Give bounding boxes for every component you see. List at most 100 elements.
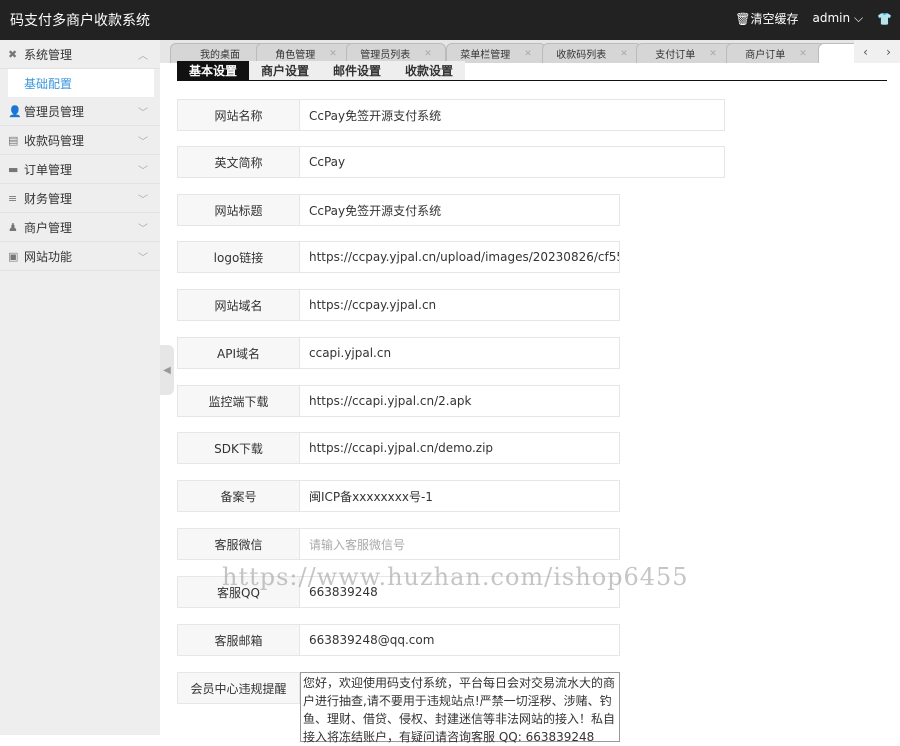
- user-menu[interactable]: admin ⌵: [813, 11, 864, 26]
- merchant-icon: ♟: [8, 220, 18, 234]
- wrench-icon: ✖: [8, 47, 18, 61]
- field-label: API域名: [177, 337, 300, 369]
- field-label: 网站标题: [177, 194, 300, 226]
- tab-admin-list[interactable]: 管理员列表 ✕: [346, 43, 446, 63]
- field-input[interactable]: 请输入客服微信号: [300, 528, 620, 560]
- trash-icon: 🗑: [735, 12, 751, 26]
- form-row: 备案号 闽ICP备xxxxxxxx号-1: [177, 480, 620, 512]
- sidebar-item-finance[interactable]: ≡ 财务管理 ﹀: [0, 184, 160, 213]
- close-icon[interactable]: ✕: [329, 49, 337, 59]
- field-input[interactable]: 闽ICP备xxxxxxxx号-1: [300, 480, 620, 512]
- tab-roles[interactable]: 角色管理 ✕: [256, 43, 356, 63]
- sidebar-item-admin[interactable]: 👤 管理员管理 ﹀: [0, 97, 160, 126]
- tab-menu-manage[interactable]: 菜单栏管理 ✕: [446, 43, 546, 63]
- chevron-down-icon: ﹀: [138, 107, 148, 119]
- form-row: logo链接 https://ccpay.yjpal.cn/upload/imag…: [177, 241, 620, 273]
- form-row: 监控端下载 https://ccapi.yjpal.cn/2.apk: [177, 385, 620, 417]
- form-row: 客服邮箱 663839248@qq.com: [177, 624, 620, 656]
- field-label: 监控端下载: [177, 385, 300, 417]
- top-header: 码支付多商户收款系统 🗑清空缓存 admin ⌵ 👕: [0, 0, 900, 40]
- sidebar-item-qrcode[interactable]: ▤ 收款码管理 ﹀: [0, 126, 160, 155]
- tab-label: 角色管理: [275, 50, 316, 61]
- subtab-basic[interactable]: 基本设置: [177, 61, 250, 80]
- card-icon: ▬: [8, 162, 19, 176]
- close-icon[interactable]: ✕: [709, 49, 717, 59]
- sidebar-item-site[interactable]: ▣ 网站功能 ﹀: [0, 242, 160, 271]
- sidebar-item-orders[interactable]: ▬ 订单管理 ﹀: [0, 155, 160, 184]
- field-label: 网站域名: [177, 289, 300, 321]
- tab-label: 我的桌面: [200, 50, 240, 61]
- chevron-down-icon: ⌵: [853, 11, 864, 25]
- username: admin: [812, 11, 851, 25]
- tab-label: 收款码列表: [556, 50, 607, 61]
- field-input[interactable]: https://ccapi.yjpal.cn/demo.zip: [300, 432, 620, 464]
- user-icon: 👤: [8, 104, 22, 118]
- tab-desktop[interactable]: 我的桌面: [170, 43, 270, 63]
- field-label: 客服邮箱: [177, 624, 300, 656]
- field-input[interactable]: https://ccpay.yjpal.cn: [300, 289, 620, 321]
- chevron-down-icon: ﹀: [138, 223, 148, 235]
- clear-cache-button[interactable]: 🗑清空缓存: [735, 10, 798, 27]
- subtab-payment[interactable]: 收款设置: [393, 61, 466, 80]
- sidebar-label: 管理员管理: [24, 104, 85, 119]
- sidebar-label: 网站功能: [24, 249, 73, 264]
- page-tabs: 我的桌面 角色管理 ✕ 管理员列表 ✕ 菜单栏管理 ✕ 收款码列表 ✕ 支付订单 ✕ 商户…: [160, 40, 900, 63]
- tab-label: 管理员列表: [360, 50, 411, 61]
- database-icon: ≡: [8, 191, 18, 205]
- form-row: 客服微信 请输入客服微信号: [177, 528, 620, 560]
- form-row: SDK下载 https://ccapi.yjpal.cn/demo.zip: [177, 432, 620, 464]
- close-icon[interactable]: ✕: [424, 49, 432, 59]
- field-input[interactable]: https://ccapi.yjpal.cn/2.apk: [300, 385, 620, 417]
- subtab-merchant[interactable]: 商户设置: [249, 61, 322, 80]
- sidebar-subitem-basic-config[interactable]: 基础配置: [8, 69, 154, 97]
- sidebar-label: 订单管理: [24, 162, 73, 177]
- subtab-mail[interactable]: 邮件设置: [321, 61, 394, 80]
- violation-notice-textarea[interactable]: 您好，欢迎使用码支付系统，平台每日会对交易流水大的商户进行抽查,请不要用于违规站…: [300, 672, 620, 744]
- chevron-down-icon: ﹀: [138, 194, 148, 206]
- tab-label: 菜单栏管理: [460, 50, 511, 61]
- sidebar-item-system[interactable]: ✖ 系统管理 ︿: [0, 40, 160, 69]
- chevron-right-icon[interactable]: ›: [886, 45, 891, 59]
- tab-pay-orders[interactable]: 支付订单 ✕: [636, 43, 736, 63]
- field-input[interactable]: CcPay免签开源支付系统: [300, 99, 725, 131]
- form-row: 网站名称 CcPay免签开源支付系统: [177, 99, 725, 131]
- field-input[interactable]: https://ccpay.yjpal.cn/upload/images/202…: [300, 241, 620, 273]
- field-input[interactable]: CcPay免签开源支付系统: [300, 194, 620, 226]
- tab-scroll-nav: ‹ ›: [854, 40, 900, 63]
- field-input[interactable]: ccapi.yjpal.cn: [300, 337, 620, 369]
- sidebar-label: 商户管理: [24, 220, 73, 235]
- chevron-left-icon[interactable]: ‹: [863, 45, 868, 59]
- close-icon[interactable]: ✕: [620, 49, 628, 59]
- field-label: logo链接: [177, 241, 300, 273]
- chevron-down-icon: ﹀: [138, 252, 148, 264]
- settings-tabs: 基本设置 商户设置 邮件设置 收款设置: [177, 61, 887, 81]
- form-row: 客服QQ 663839248: [177, 576, 620, 608]
- field-label: 客服微信: [177, 528, 300, 560]
- sidebar: ✖ 系统管理 ︿ 基础配置 👤 管理员管理 ﹀ ▤ 收款码管理 ﹀ ▬ 订单管理 ﹀ ≡ 财务管理…: [0, 40, 160, 735]
- field-label: 备案号: [177, 480, 300, 512]
- sidebar-collapse-toggle[interactable]: ◀: [160, 345, 174, 395]
- clear-cache-label: 清空缓存: [750, 12, 799, 26]
- chevron-up-icon: ︿: [138, 50, 148, 62]
- field-label: 客服QQ: [177, 576, 300, 608]
- field-label: 网站名称: [177, 99, 300, 131]
- theme-shirt-icon[interactable]: 👕: [877, 12, 892, 26]
- form-row: 网站域名 https://ccpay.yjpal.cn: [177, 289, 620, 321]
- field-input[interactable]: 663839248@qq.com: [300, 624, 620, 656]
- form-row: 网站标题 CcPay免签开源支付系统: [177, 194, 620, 226]
- chevron-down-icon: ﹀: [138, 136, 148, 148]
- form-row: API域名 ccapi.yjpal.cn: [177, 337, 620, 369]
- tab-qrcode-list[interactable]: 收款码列表 ✕: [542, 43, 642, 63]
- window-icon: ▣: [8, 249, 19, 263]
- close-icon[interactable]: ✕: [524, 49, 532, 59]
- field-label: 会员中心违规提醒: [177, 672, 300, 704]
- sidebar-item-merchant[interactable]: ♟ 商户管理 ﹀: [0, 213, 160, 242]
- field-label: 英文简称: [177, 146, 300, 178]
- sidebar-label: 收款码管理: [24, 133, 85, 148]
- field-input[interactable]: 663839248: [300, 576, 620, 608]
- tab-merchant-orders[interactable]: 商户订单 ✕: [726, 43, 826, 63]
- close-icon[interactable]: ✕: [799, 49, 807, 59]
- sidebar-label: 系统管理: [24, 47, 73, 62]
- field-input[interactable]: CcPay: [300, 146, 725, 178]
- tab-label: 支付订单: [655, 50, 696, 61]
